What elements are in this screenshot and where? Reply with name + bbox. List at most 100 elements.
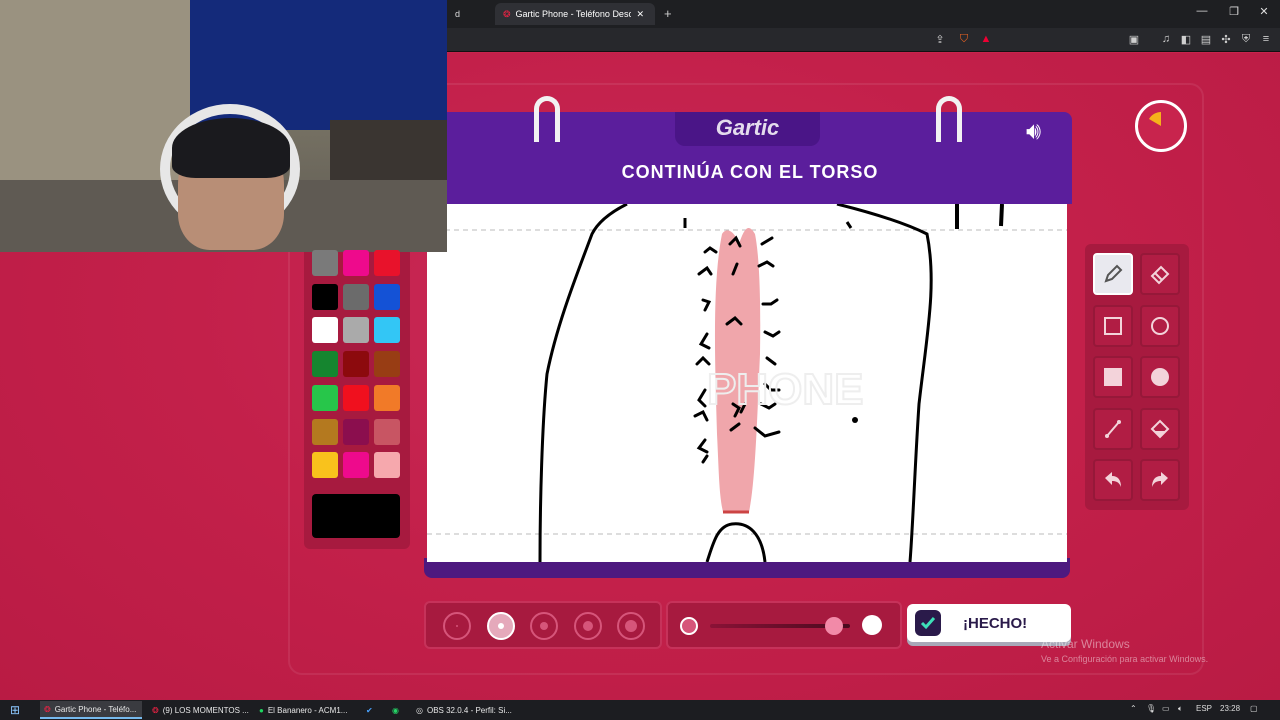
- color-swatch[interactable]: [343, 384, 369, 411]
- line-tool-button[interactable]: [1093, 408, 1133, 450]
- square-filled-icon: [1104, 368, 1122, 386]
- color-swatch[interactable]: [374, 250, 400, 276]
- color-swatch[interactable]: [343, 351, 369, 378]
- selected-color-preview: [312, 494, 400, 538]
- vpn-icon[interactable]: ⛨: [1238, 33, 1254, 46]
- ellipse-tool-button[interactable]: [1140, 305, 1180, 347]
- brave-shield-icon[interactable]: ⛉: [956, 33, 972, 46]
- new-tab-button[interactable]: +: [664, 6, 672, 21]
- timer-icon: [1135, 100, 1187, 152]
- notifications-icon[interactable]: ▢: [1250, 704, 1258, 713]
- opacity-max-icon: [862, 615, 882, 635]
- fill-bucket-icon: [1150, 419, 1170, 439]
- brush-dot-icon: [540, 622, 548, 630]
- brush-dot-icon: [625, 620, 637, 632]
- taskbar-app-obs[interactable]: ◎ OBS 32.0.4 - Perfil: Si...: [412, 701, 512, 719]
- color-swatch[interactable]: [374, 351, 400, 378]
- binder-ring-right: [936, 96, 962, 142]
- color-swatch[interactable]: [343, 250, 369, 276]
- taskbar-app-youtube[interactable]: ❂ (9) LOS MOMENTOS ...: [148, 701, 250, 719]
- close-window-button[interactable]: ✕: [1252, 5, 1276, 18]
- media-icon[interactable]: ♫: [1158, 33, 1174, 45]
- check-icon: [915, 610, 941, 636]
- pencil-icon: [1104, 264, 1123, 283]
- mic-icon[interactable]: 🎙︎: [1146, 704, 1156, 713]
- redo-button[interactable]: [1140, 459, 1180, 501]
- color-swatch[interactable]: [374, 384, 400, 411]
- drawing-canvas[interactable]: PHONE: [427, 204, 1067, 562]
- close-tab-icon[interactable]: ✕: [637, 9, 645, 20]
- color-swatch[interactable]: [374, 283, 400, 310]
- done-label: ¡HECHO!: [963, 614, 1028, 632]
- color-swatch[interactable]: [312, 250, 338, 276]
- sidebar-icon[interactable]: ◧: [1178, 33, 1194, 46]
- brave-icon: ❂: [44, 704, 51, 714]
- obs-icon: ◎: [416, 705, 423, 715]
- square-outline-icon: [1104, 317, 1122, 335]
- activation-watermark-subtitle: Ve a Configuración para activar Windows.: [1041, 654, 1209, 664]
- webcam-overlay: [0, 0, 447, 252]
- language-indicator[interactable]: ESP: [1196, 704, 1212, 713]
- color-swatch[interactable]: [312, 384, 338, 411]
- rectangle-tool-button[interactable]: [1093, 305, 1133, 347]
- color-swatch[interactable]: [343, 418, 369, 445]
- taskbar-app-gartic[interactable]: ❂ Gartic Phone - Teléfo...: [40, 701, 142, 719]
- brush-size-option[interactable]: [573, 612, 602, 640]
- color-swatch[interactable]: [312, 418, 338, 445]
- color-swatch[interactable]: [374, 452, 400, 479]
- color-swatch[interactable]: [374, 317, 400, 344]
- undo-icon: [1105, 472, 1121, 487]
- share-icon[interactable]: ⇪: [932, 33, 948, 46]
- network-icon[interactable]: ▭: [1162, 704, 1170, 713]
- screenshot-icon[interactable]: ▣: [1126, 33, 1142, 46]
- svg-text:PHONE: PHONE: [707, 365, 863, 414]
- taskbar-app-vscode[interactable]: ✔: [362, 701, 380, 719]
- brush-size-option[interactable]: [530, 612, 558, 640]
- color-swatch[interactable]: [312, 317, 338, 344]
- taskbar-app-spotify[interactable]: ● El Bananero - ACM1...: [255, 701, 355, 719]
- rewards-icon[interactable]: ▲: [978, 33, 994, 45]
- minimize-button[interactable]: —: [1190, 5, 1214, 17]
- extensions-icon[interactable]: ✣: [1218, 33, 1234, 46]
- color-swatch[interactable]: [343, 283, 369, 310]
- menu-icon[interactable]: ≡: [1258, 33, 1274, 45]
- windows-start-icon[interactable]: ⊞: [10, 703, 20, 717]
- clock[interactable]: 23:28: [1220, 704, 1240, 713]
- brush-dot-icon: [497, 623, 504, 629]
- tab-label: d: [455, 9, 461, 19]
- browser-tab-active[interactable]: ❂ Gartic Phone - Teléfono Descom... ✕: [495, 3, 655, 25]
- binder-ring-left: [534, 96, 560, 142]
- undo-button[interactable]: [1093, 459, 1133, 501]
- color-swatch[interactable]: [312, 452, 338, 479]
- color-swatch[interactable]: [312, 351, 338, 378]
- opacity-min-icon: [680, 617, 698, 635]
- prompt-instruction: CONTINÚA CON EL TORSO: [621, 162, 879, 182]
- eraser-tool-button[interactable]: [1140, 253, 1180, 295]
- circle-filled-icon: [1151, 368, 1169, 386]
- filled-rectangle-tool-button[interactable]: [1093, 356, 1133, 398]
- tray-expand-icon[interactable]: ⌃: [1130, 704, 1137, 713]
- tab-label: Gartic Phone - Teléfono Descom...: [515, 9, 631, 19]
- color-swatch[interactable]: [312, 283, 338, 310]
- pencil-tool-button[interactable]: [1093, 253, 1133, 295]
- wallet-icon[interactable]: ▤: [1198, 33, 1214, 46]
- restore-button[interactable]: ❐: [1222, 5, 1246, 18]
- gartic-logo: Gartic: [715, 115, 780, 140]
- taskbar-app-whatsapp[interactable]: ◉: [388, 701, 406, 719]
- line-icon: [1105, 420, 1121, 438]
- gartic-favicon-icon: ❂: [503, 8, 511, 19]
- brush-size-option[interactable]: [443, 612, 471, 640]
- app-icon: ✔: [366, 705, 373, 715]
- browser-tab[interactable]: d: [447, 3, 487, 25]
- fill-tool-button[interactable]: [1140, 408, 1180, 450]
- brush-size-option[interactable]: [486, 612, 515, 640]
- volume-tray-icon[interactable]: 🔈︎: [1178, 704, 1183, 714]
- brush-dot-icon: [582, 621, 593, 631]
- opacity-slider-thumb[interactable]: [825, 617, 843, 635]
- brush-size-option[interactable]: [617, 612, 645, 640]
- volume-icon[interactable]: 🔊︎: [1026, 118, 1041, 146]
- color-swatch[interactable]: [343, 317, 369, 344]
- color-swatch[interactable]: [374, 418, 400, 445]
- color-swatch[interactable]: [343, 452, 369, 479]
- filled-ellipse-tool-button[interactable]: [1140, 356, 1180, 398]
